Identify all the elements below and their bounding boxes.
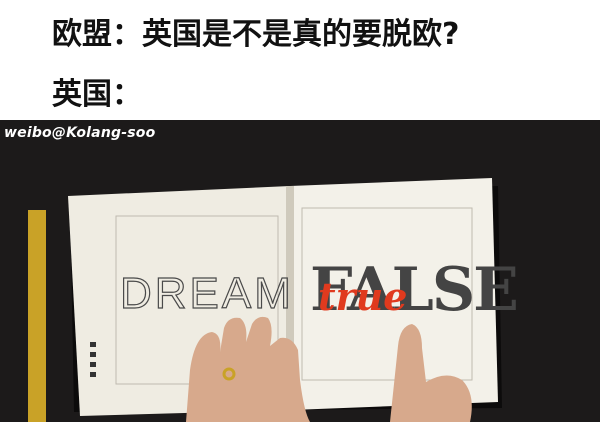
side-strip (28, 210, 46, 422)
weibo-watermark: weibo@Kolang-soo (4, 125, 156, 141)
book-photo: DREAM FALSE true (0, 120, 600, 422)
caption-answer: 英国： (52, 77, 142, 112)
caption-question: 欧盟：英国是不是真的要脱欧? (52, 17, 460, 52)
overlay-word: true (318, 274, 407, 319)
left-page-word: DREAM (120, 269, 294, 318)
